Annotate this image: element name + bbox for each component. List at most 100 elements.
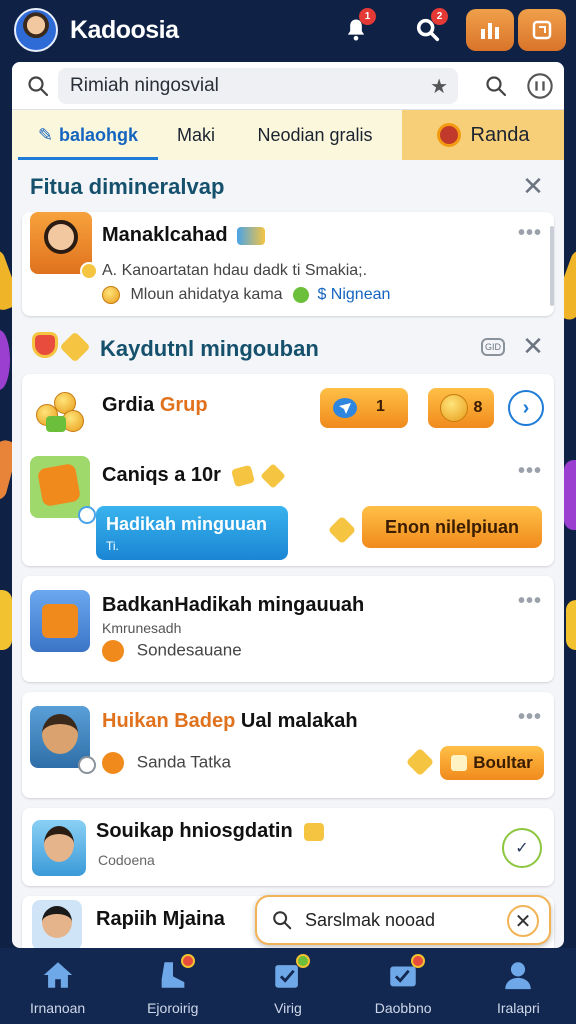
sparkle-icon	[405, 747, 435, 777]
section-title: Kaydutnl mingouban	[100, 336, 319, 361]
nav-item-virig[interactable]: Virig	[230, 948, 345, 1024]
player-avatar	[30, 212, 98, 280]
open-now-button[interactable]: Enon nilelpiuan	[362, 506, 542, 548]
card-title: Souikap hniosgdatin	[96, 820, 325, 843]
more-options-icon[interactable]: •••	[518, 222, 542, 245]
coin-icon	[102, 286, 120, 304]
card-huikan-badep[interactable]: Huikan Badep Ual malakah ••• Sanda Tatka…	[22, 692, 554, 798]
nav-label: Ejoroirig	[147, 1000, 199, 1016]
star-badge-icon	[59, 331, 91, 363]
search-bar: Rimiah ningosvial ★	[12, 62, 564, 110]
sparkle-icon	[304, 822, 325, 841]
player-avatar	[32, 820, 86, 876]
nav-item-daobbno[interactable]: Daobbno	[346, 948, 461, 1024]
tab-label: Randa	[470, 123, 530, 146]
close-icon[interactable]: ✕	[519, 331, 547, 361]
card-title: Caniqs a 10r	[102, 462, 286, 489]
search-input-value: Rimiah ningosvial	[70, 75, 219, 96]
card-badkanhadikah[interactable]: BadkanHadikah mingauuah ••• Kmrunesadh S…	[22, 576, 554, 682]
follow-button[interactable]: Boultar	[440, 746, 544, 780]
background-game-piece	[0, 590, 12, 650]
coin-reward-button[interactable]: 8	[428, 388, 494, 428]
ticket-icon	[451, 755, 468, 771]
search-icon	[26, 74, 50, 98]
clock-icon	[102, 752, 124, 774]
background-game-piece	[0, 330, 10, 390]
card-title: Grdia Grup	[102, 394, 208, 416]
background-game-piece	[566, 600, 576, 650]
card-manaklcahad[interactable]: Manaklcahad ••• A. Kanoartatan hdau dadk…	[22, 212, 554, 316]
card-meta: Sanda Tatka	[102, 752, 231, 774]
background-game-piece	[564, 460, 576, 530]
floating-search-input[interactable]: Sarslmak nooad ✕	[255, 895, 551, 945]
card-meta: Mloun ahidatya kama $ Nignean	[102, 286, 390, 304]
nav-item-profile[interactable]: Iralapri	[461, 948, 576, 1024]
nav-label: Irnanoan	[29, 1000, 86, 1016]
tab-label: Neodian gralis	[257, 124, 373, 145]
notification-bell-button[interactable]: 1	[336, 8, 376, 50]
search-input[interactable]: Rimiah ningosvial ★	[58, 68, 458, 104]
pencil-icon: ✎	[37, 124, 54, 145]
card-subtitle: Codoena	[98, 852, 155, 868]
game-thumbnail	[30, 456, 96, 524]
nav-item-explore[interactable]: Ejoroirig	[115, 948, 230, 1024]
leaderboard-button[interactable]	[466, 9, 514, 51]
inbox-icon	[385, 954, 426, 992]
game-thumbnail	[30, 590, 90, 652]
app-title: Kadoosia	[70, 15, 179, 44]
send-icon	[333, 398, 357, 418]
card-title: Huikan Badep Ual malakah	[102, 710, 358, 732]
messages-button[interactable]	[518, 9, 566, 51]
player-avatar	[30, 706, 96, 774]
sparkle-icon	[327, 515, 357, 545]
tab-randa[interactable]: Randa	[402, 110, 564, 160]
main-panel: Rimiah ningosvial ★ ✎ balaohgk Maki Neod…	[12, 62, 564, 948]
nav-label: Iralapri	[496, 1000, 540, 1016]
character-icon	[436, 123, 461, 147]
search-icon	[273, 911, 292, 930]
reward-button[interactable]: 1	[320, 388, 408, 428]
coins-icon	[32, 386, 88, 436]
section-title: Fitua dimineralvap	[30, 174, 225, 199]
boot-icon	[155, 954, 195, 992]
card-title: Manaklcahad	[102, 224, 266, 247]
profile-avatar[interactable]	[14, 8, 58, 52]
player-avatar	[32, 900, 82, 948]
card-subtitle: Kmrunesadh	[102, 620, 182, 636]
floating-search-value: Sarslmak nooad	[305, 909, 436, 930]
card-title: BadkanHadikah mingauuah	[102, 594, 365, 616]
close-icon[interactable]: ✕	[519, 171, 547, 201]
tab-balaohgk[interactable]: ✎ balaohgk	[12, 110, 164, 160]
chevron-right-icon[interactable]: ›	[508, 390, 544, 426]
tab-label: Maki	[176, 124, 215, 145]
card-souikap[interactable]: Souikap hniosgdatin Codoena ✓	[22, 808, 554, 886]
search-badge: 2	[431, 8, 448, 25]
check-circle-icon[interactable]: ✓	[502, 828, 542, 868]
search-icon[interactable]	[484, 74, 508, 98]
star-icon[interactable]: ★	[430, 74, 448, 99]
close-icon[interactable]: ✕	[507, 905, 539, 937]
tab-label: balaohgk	[59, 124, 139, 145]
search-game-button[interactable]: 2	[408, 8, 448, 50]
clock-icon	[102, 640, 124, 662]
star-icon	[260, 462, 286, 489]
more-options-icon[interactable]: •••	[518, 706, 542, 729]
sparkle-icon	[237, 226, 266, 245]
info-icon[interactable]	[526, 72, 554, 100]
card-title: Rapiih Mjaina	[96, 908, 225, 930]
ticket-icon	[230, 464, 255, 488]
more-options-icon[interactable]: •••	[518, 590, 542, 613]
checkbox-icon	[270, 954, 310, 992]
claim-rewards-button[interactable]: Hadikah minguuan Ti.	[96, 506, 288, 560]
tab-maki[interactable]: Maki	[164, 110, 228, 160]
gem-icon	[293, 287, 309, 303]
scrollbar[interactable]	[550, 226, 554, 306]
chat-box-icon	[532, 20, 552, 40]
nav-item-home[interactable]: Irnanoan	[0, 948, 115, 1024]
coin-icon	[439, 394, 468, 422]
nav-label: Virig	[274, 1000, 302, 1016]
more-options-icon[interactable]: •••	[518, 460, 542, 483]
bottom-navigation: Irnanoan Ejoroirig Virig Daobbno Iralapr…	[0, 948, 576, 1024]
bar-chart-icon	[481, 23, 499, 39]
tab-neodian-gralis[interactable]: Neodian gralis	[228, 110, 402, 160]
